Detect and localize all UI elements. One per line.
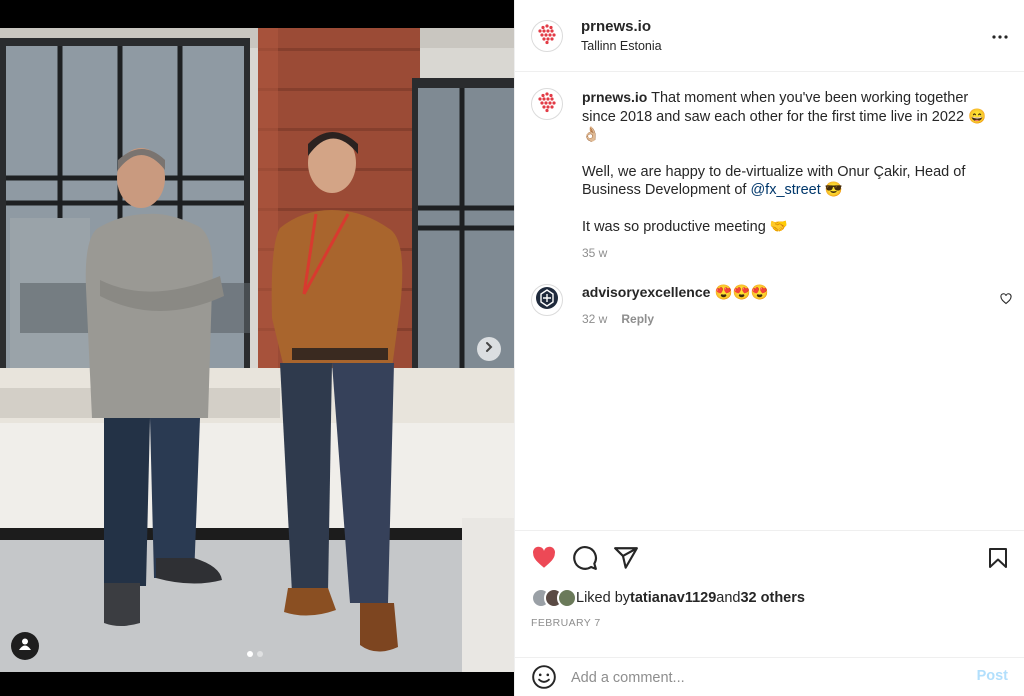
heart-outline-icon <box>1000 292 1012 309</box>
likes-others[interactable]: 32 others <box>740 590 804 606</box>
save-button[interactable] <box>986 545 1010 576</box>
emoji-button[interactable] <box>531 664 557 695</box>
slide-dot <box>257 651 263 657</box>
post-caption: prnews.io That moment when you've been w… <box>582 88 992 263</box>
heart-filled-icon <box>531 546 557 575</box>
post-photo <box>0 28 514 672</box>
caption-text: 😎 <box>820 182 843 198</box>
comment-text: 😍😍😍 <box>714 285 769 301</box>
post-actions: Liked by tatianav1129 and 32 others FEBR… <box>515 530 1024 696</box>
comment-item: advisoryexcellence 😍😍😍 <box>582 284 769 301</box>
slide-dot-active <box>247 651 253 657</box>
caption-author-avatar[interactable] <box>531 88 563 120</box>
comment-button[interactable] <box>572 545 598 576</box>
like-button[interactable] <box>531 545 557 576</box>
mention-link[interactable]: @fx_street <box>750 182 820 198</box>
author-avatar[interactable] <box>531 20 563 52</box>
bookmark-icon <box>986 548 1010 575</box>
brand-logo-icon <box>534 89 560 120</box>
comment-input[interactable] <box>571 666 961 690</box>
liker-avatars <box>531 588 577 608</box>
caption-username[interactable]: prnews.io <box>582 89 647 105</box>
brand-logo-icon <box>534 21 560 52</box>
comment-age[interactable]: 32 w <box>582 312 607 326</box>
next-slide-button[interactable] <box>477 337 501 361</box>
caption-text: It was so productive meeting 🤝 <box>582 218 788 235</box>
tagged-users-button[interactable] <box>11 632 39 660</box>
caption-paragraph: Well, we are happy to de-virtualize with… <box>582 163 992 200</box>
post-comment-button[interactable]: Post <box>977 668 1008 684</box>
likes-prefix: Liked by <box>576 590 631 606</box>
more-options-button[interactable] <box>992 26 1008 44</box>
comment-meta: 32 w Reply <box>582 312 654 326</box>
chevron-right-icon <box>483 340 495 358</box>
commenter-username[interactable]: advisoryexcellence <box>582 284 710 300</box>
user-tag-icon <box>18 637 32 656</box>
comments-section[interactable]: prnews.io That moment when you've been w… <box>515 72 1024 530</box>
comment-icon <box>572 546 598 575</box>
caption-age[interactable]: 35 w <box>582 244 992 263</box>
comment-like-button[interactable] <box>1000 292 1012 310</box>
caption-paragraph: It was so productive meeting 🤝 <box>582 218 992 237</box>
share-button[interactable] <box>613 545 639 576</box>
author-username[interactable]: prnews.io <box>581 18 651 35</box>
post-details-panel: prnews.io Tallinn Estonia prnews.io That… <box>514 0 1024 696</box>
post-location[interactable]: Tallinn Estonia <box>581 39 662 53</box>
more-horizontal-icon <box>992 26 1008 43</box>
caption-paragraph: prnews.io That moment when you've been w… <box>582 88 992 145</box>
share-icon <box>613 547 639 575</box>
likes-summary[interactable]: Liked by tatianav1129 and 32 others <box>531 588 805 608</box>
advisory-logo-icon <box>535 286 559 315</box>
post-media[interactable] <box>0 0 514 696</box>
add-comment-bar: Post <box>515 657 1024 696</box>
commenter-avatar[interactable] <box>531 284 563 316</box>
liker-username[interactable]: tatianav1129 <box>630 590 716 606</box>
slide-indicator <box>247 651 263 657</box>
post-date[interactable]: FEBRUARY 7 <box>531 617 601 629</box>
emoji-icon <box>531 665 557 694</box>
avatar <box>557 588 577 608</box>
likes-middle: and <box>716 590 741 606</box>
reply-button[interactable]: Reply <box>621 312 654 326</box>
post-header: prnews.io Tallinn Estonia <box>515 0 1024 72</box>
